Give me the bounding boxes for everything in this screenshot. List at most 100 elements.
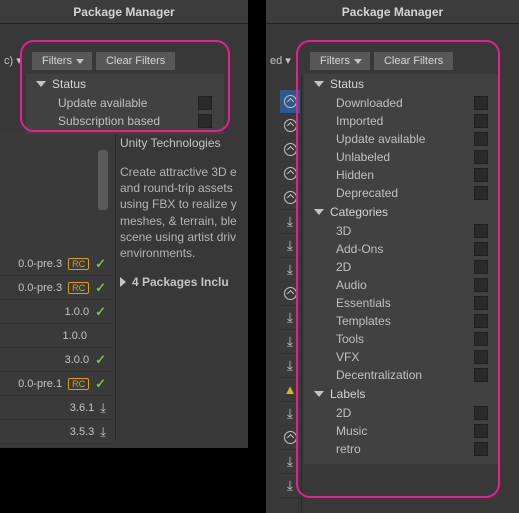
filter-item-label: Deprecated <box>336 186 398 200</box>
filter-item-label: retro <box>336 442 361 456</box>
filter-item[interactable]: VFX <box>304 348 500 366</box>
filter-item[interactable]: Hidden <box>304 166 500 184</box>
filter-item-label: 2D <box>336 406 351 420</box>
checkbox[interactable] <box>474 260 488 274</box>
rc-badge: RC <box>68 378 89 390</box>
checkbox[interactable] <box>474 224 488 238</box>
filter-item[interactable]: Audio <box>304 276 500 294</box>
filter-item[interactable]: 2D <box>304 258 500 276</box>
filters-button[interactable]: Filters <box>310 52 370 70</box>
filter-item-label: Music <box>336 424 367 438</box>
filter-group-header[interactable]: Status <box>26 74 224 94</box>
filter-item-label: 2D <box>336 260 351 274</box>
filter-group-header[interactable]: Categories <box>304 202 500 222</box>
filter-item[interactable]: Add-Ons <box>304 240 500 258</box>
chevron-down-icon <box>36 81 46 87</box>
packages-included-toggle[interactable]: 4 Packages Inclu <box>120 269 248 295</box>
filter-item[interactable]: Deprecated <box>304 184 500 202</box>
chevron-down-icon <box>76 59 84 64</box>
package-version: 0.0-pre.1 <box>18 378 62 390</box>
filter-item[interactable]: Decentralization <box>304 366 500 384</box>
filter-group-header[interactable]: Status <box>304 74 500 94</box>
filter-item-label: Subscription based <box>58 114 160 128</box>
filter-item[interactable]: retro <box>304 440 500 458</box>
filter-item[interactable]: Music <box>304 422 500 440</box>
package-row[interactable]: 0.0-pre.3RC✓ <box>0 252 112 276</box>
package-version: 1.0.0 <box>63 330 87 342</box>
filter-item[interactable]: Downloaded <box>304 94 500 112</box>
filter-item-label: Add-Ons <box>336 242 383 256</box>
filter-item[interactable]: Update available <box>26 94 224 112</box>
filter-group-header[interactable]: Labels <box>304 384 500 404</box>
chevron-right-icon <box>120 277 126 287</box>
filter-group-label: Status <box>330 77 364 91</box>
checkbox[interactable] <box>474 314 488 328</box>
checkbox[interactable] <box>474 278 488 292</box>
chevron-down-icon <box>314 81 324 87</box>
package-row[interactable]: 3.6.1⤓ <box>0 396 112 420</box>
clear-filters-button[interactable]: Clear Filters <box>96 52 175 70</box>
checkbox[interactable] <box>474 168 488 182</box>
checkbox[interactable] <box>198 96 212 110</box>
filter-item-label: Templates <box>336 314 391 328</box>
chevron-down-icon <box>314 391 324 397</box>
filter-item[interactable]: 2D <box>304 404 500 422</box>
package-version: 0.0-pre.3 <box>18 258 62 270</box>
panel-title: Package Manager <box>266 0 519 24</box>
filter-item-label: Hidden <box>336 168 374 182</box>
checkbox[interactable] <box>474 442 488 456</box>
check-icon: ✓ <box>95 352 106 368</box>
checkbox[interactable] <box>474 242 488 256</box>
filter-group-label: Categories <box>330 205 388 219</box>
clear-filters-button[interactable]: Clear Filters <box>374 52 453 70</box>
filter-item[interactable]: Subscription based <box>26 112 224 130</box>
filter-item[interactable]: 3D <box>304 222 500 240</box>
filter-item-label: Audio <box>336 278 367 292</box>
sort-fragment: c) ▾ <box>4 54 22 67</box>
checkbox[interactable] <box>474 96 488 110</box>
sort-fragment: ed ▾ <box>270 54 291 67</box>
chevron-down-icon <box>314 209 324 215</box>
filter-group-label: Status <box>52 77 86 91</box>
checkbox[interactable] <box>474 296 488 310</box>
filter-item-label: Downloaded <box>336 96 403 110</box>
filter-item-label: Decentralization <box>336 368 422 382</box>
checkbox[interactable] <box>474 114 488 128</box>
package-version: 3.6.1 <box>70 402 94 414</box>
checkbox[interactable] <box>474 368 488 382</box>
checkbox[interactable] <box>474 132 488 146</box>
package-row[interactable]: 1.0.0✓ <box>0 300 112 324</box>
check-icon: ✓ <box>95 376 106 392</box>
checkbox[interactable] <box>474 186 488 200</box>
download-icon: ⤓ <box>100 424 106 440</box>
filter-item-label: VFX <box>336 350 359 364</box>
filter-item-label: Unlabeled <box>336 150 390 164</box>
package-row[interactable]: 0.0-pre.3RC✓ <box>0 276 112 300</box>
checkbox[interactable] <box>474 424 488 438</box>
package-row[interactable]: 0.0-pre.1 RC ✓ <box>0 372 112 396</box>
filter-item[interactable]: Update available <box>304 130 500 148</box>
checkbox[interactable] <box>474 332 488 346</box>
checkbox[interactable] <box>474 150 488 164</box>
filter-group-label: Labels <box>330 387 365 401</box>
filter-item[interactable]: Unlabeled <box>304 148 500 166</box>
package-row[interactable]: 3.0.0 ✓ <box>0 348 112 372</box>
filter-item-label: Tools <box>336 332 364 346</box>
package-version: 3.0.0 <box>65 354 89 366</box>
checkbox[interactable] <box>474 406 488 420</box>
checkbox[interactable] <box>198 114 212 128</box>
package-version: 3.5.3 <box>70 426 94 438</box>
filter-item-label: Update available <box>336 132 425 146</box>
checkbox[interactable] <box>474 350 488 364</box>
package-row[interactable]: 1.0.0 <box>0 324 112 348</box>
package-row[interactable]: 3.5.3 ⤓ <box>0 420 112 444</box>
filter-item[interactable]: Templates <box>304 312 500 330</box>
filter-item[interactable]: Essentials <box>304 294 500 312</box>
rc-badge: RC <box>68 258 89 270</box>
filter-item[interactable]: Tools <box>304 330 500 348</box>
filters-button[interactable]: Filters <box>32 52 92 70</box>
check-icon: ✓ <box>95 280 106 296</box>
filter-item[interactable]: Imported <box>304 112 500 130</box>
scrollbar-thumb[interactable] <box>98 150 108 210</box>
package-version: 0.0-pre.3 <box>18 282 62 294</box>
